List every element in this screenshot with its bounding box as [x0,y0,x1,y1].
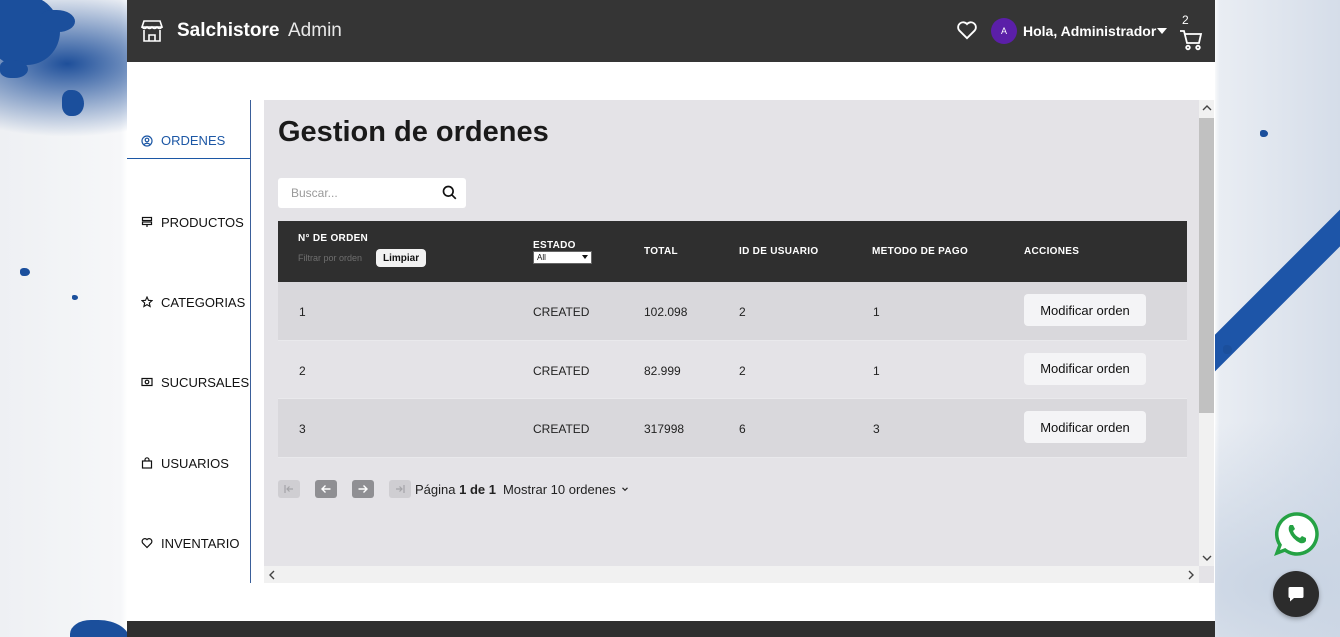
chat-button[interactable] [1273,571,1319,617]
arrow-left-icon [321,485,331,493]
header-payment-method[interactable]: METODO DE PAGO [872,246,968,257]
sidebar-item-label: PRODUCTOS [161,214,244,230]
next-page-button[interactable] [352,480,374,498]
last-page-icon [396,485,405,493]
cell-payment-method: 3 [873,422,880,436]
cell-user-id: 6 [739,422,746,436]
app-window: Salchistore Admin A Hola, Administrador … [127,0,1215,637]
admin-sidebar: ORDENES PRODUCTOS CATEGORIAS SUCURSALES … [127,100,251,583]
sidebar-item-label: USUARIOS [161,455,229,471]
stack-icon [141,216,153,227]
modify-order-button[interactable]: Modificar orden [1024,411,1146,443]
arrow-right-icon [358,485,368,493]
cell-order-number: 1 [299,305,306,319]
page-footer [127,621,1215,637]
scroll-down-arrow-icon[interactable] [1202,554,1212,562]
page-prefix: Página [415,481,456,497]
cell-user-id: 2 [739,305,746,319]
whatsapp-icon[interactable] [1274,511,1320,557]
modify-order-button[interactable]: Modificar orden [1024,294,1146,326]
sidebar-item-sucursales[interactable]: SUCURSALES [127,364,250,400]
header-user-id[interactable]: ID DE USUARIO [739,246,818,257]
bag-icon [141,457,153,469]
shopping-cart-icon[interactable] [1179,29,1203,51]
cell-state: CREATED [533,422,590,436]
page-size-label: Mostrar 10 ordenes [502,481,616,497]
cell-user-id: 2 [739,363,746,378]
state-filter-value: All [537,253,546,262]
sidebar-item-ordenes[interactable]: ORDENES [127,123,250,159]
brand-name[interactable]: Salchistore [177,20,279,42]
search-icon[interactable] [442,185,457,200]
cell-total: 317998 [644,422,685,436]
avatar-initial: A [1000,26,1007,36]
page-indicator: Página 1 de 1 [415,482,496,497]
header-order-number[interactable]: N° DE ORDEN [298,233,368,244]
heart-icon [141,538,153,549]
sidebar-item-inventario[interactable]: INVENTARIO [127,525,250,561]
store-icon[interactable] [139,18,165,44]
state-filter-select[interactable]: All [533,251,592,264]
first-page-icon [284,485,293,493]
last-page-button[interactable] [389,480,411,498]
order-filter-input[interactable] [298,251,372,265]
sidebar-item-label: CATEGORIAS [161,294,246,310]
search-box [278,178,466,208]
page-size-select[interactable]: Mostrar 10 ordenes [503,482,629,497]
favorites-heart-icon[interactable] [956,20,978,40]
previous-page-button[interactable] [315,480,337,498]
header-state[interactable]: ESTADO [533,240,576,251]
pagination: Página 1 de 1 Mostrar 10 ordenes [278,479,629,499]
orders-table: N° DE ORDEN Limpiar ESTADO All TOTAL ID … [278,221,1187,458]
sidebar-item-label: ORDENES [161,133,226,148]
sidebar-item-usuarios[interactable]: USUARIOS [127,445,250,481]
sidebar-item-productos[interactable]: PRODUCTOS [127,204,250,240]
background-left-decoration [0,0,127,637]
sidebar-item-label: SUCURSALES [161,374,250,390]
star-icon [141,296,153,308]
user-avatar[interactable]: A [991,18,1017,44]
cell-state: CREATED [533,363,590,378]
modify-order-button[interactable]: Modificar orden [1024,352,1146,385]
scroll-up-arrow-icon[interactable] [1202,104,1212,112]
search-input[interactable] [278,178,428,208]
cell-order-number: 2 [299,363,306,378]
cell-state: CREATED [533,305,590,319]
cell-order-number: 3 [299,422,306,436]
sidebar-item-label: INVENTARIO [161,535,240,551]
brand-subtitle: Admin [288,20,342,41]
scroll-right-arrow-icon[interactable] [1187,570,1195,580]
table-row: 1 CREATED 102.098 2 1 Modificar orden [278,282,1187,341]
page-title: Gestion de ordenes [278,116,549,148]
user-circle-icon [141,134,153,147]
table-row: 3 CREATED 317998 6 3 Modificar orden [278,399,1187,458]
scroll-left-arrow-icon[interactable] [268,570,276,580]
vertical-scroll-thumb[interactable] [1199,118,1214,413]
cell-payment-method: 1 [873,305,880,319]
horizontal-scrollbar[interactable] [264,566,1199,583]
table-header: N° DE ORDEN Limpiar ESTADO All TOTAL ID … [278,221,1187,282]
vertical-scrollbar[interactable] [1199,100,1214,566]
chevron-down-icon [582,255,588,259]
page-value: 1 de 1 [459,481,496,497]
store-icon [141,377,153,387]
chevron-down-icon [621,487,628,492]
sidebar-item-categorias[interactable]: CATEGORIAS [127,284,250,320]
table-row: 2 CREATED 82.999 2 1 Modificar orden [278,340,1187,399]
cell-payment-method: 1 [873,363,880,378]
user-greeting[interactable]: Hola, Administrador [1023,23,1156,39]
clear-filter-button[interactable]: Limpiar [376,249,427,267]
top-navbar: Salchistore Admin A Hola, Administrador … [127,0,1215,62]
first-page-button[interactable] [278,480,300,498]
header-actions: ACCIONES [1024,246,1080,257]
user-menu-caret-icon[interactable] [1157,28,1167,34]
chat-bubble-icon [1288,587,1304,602]
cart-count-badge: 2 [1182,13,1189,27]
header-total[interactable]: TOTAL [644,246,678,257]
cell-total: 102.098 [644,305,688,319]
orders-panel: Gestion de ordenes N° DE ORDEN Limpiar E… [264,100,1214,583]
cell-total: 82.999 [644,363,681,378]
